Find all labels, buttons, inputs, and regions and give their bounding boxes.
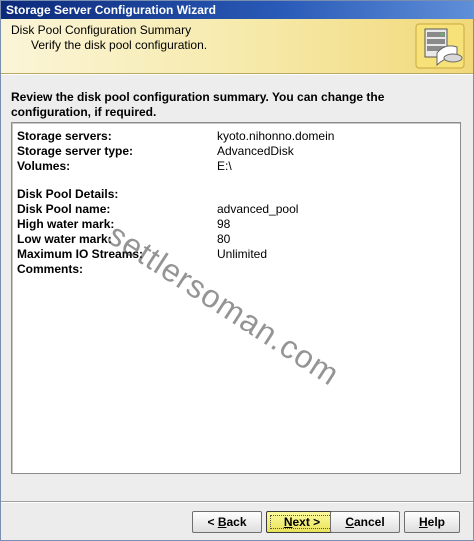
summary-row-disk-pool-name: Disk Pool name: advanced_pool xyxy=(17,202,457,217)
summary-value: kyoto.nihonno.domein xyxy=(217,129,335,143)
summary-label: Maximum IO Streams: xyxy=(17,247,144,261)
step-subtitle: Verify the disk pool configuration. xyxy=(31,38,208,52)
summary-row-comments: Comments: xyxy=(17,262,457,277)
back-rest: ack xyxy=(226,515,247,529)
summary-label: Disk Pool name: xyxy=(17,202,111,216)
next-button[interactable]: Next > xyxy=(266,511,338,533)
step-title: Disk Pool Configuration Summary xyxy=(11,23,192,37)
summary-row-volumes: Volumes: E:\ xyxy=(17,159,457,174)
summary-section-heading: Disk Pool Details: xyxy=(17,187,119,201)
summary-value: AdvancedDisk xyxy=(217,144,294,158)
title-bar[interactable]: Storage Server Configuration Wizard xyxy=(1,1,473,19)
summary-label: Storage servers: xyxy=(17,129,112,143)
wizard-header: Disk Pool Configuration Summary Verify t… xyxy=(1,19,473,74)
summary-row-details-heading: Disk Pool Details: xyxy=(17,187,457,202)
instructions-text: Review the disk pool configuration summa… xyxy=(11,90,385,119)
summary-label: Storage server type: xyxy=(17,144,134,158)
wizard-body: Review the disk pool configuration summa… xyxy=(1,74,473,503)
help-button[interactable]: Help xyxy=(404,511,460,533)
summary-row-low-water-mark: Low water mark: 80 xyxy=(17,232,457,247)
summary-panel[interactable]: Storage servers: kyoto.nihonno.domein St… xyxy=(11,122,461,474)
summary-label: Comments: xyxy=(17,262,84,276)
help-mnemonic: H xyxy=(418,515,428,529)
summary-row-high-water-mark: High water mark: 98 xyxy=(17,217,457,232)
summary-value: E:\ xyxy=(217,159,232,173)
wizard-window: Storage Server Configuration Wizard Disk… xyxy=(0,0,474,541)
cancel-button[interactable]: Cancel xyxy=(330,511,400,533)
help-rest: elp xyxy=(427,515,445,529)
back-button[interactable]: < Back xyxy=(192,511,262,533)
server-disk-wizard-icon xyxy=(415,23,465,69)
cancel-mnemonic: C xyxy=(345,515,354,529)
summary-label: Volumes: xyxy=(17,159,71,173)
summary-row-storage-servers: Storage servers: kyoto.nihonno.domein xyxy=(17,129,457,144)
summary-label: Low water mark: xyxy=(17,232,112,246)
window-title: Storage Server Configuration Wizard xyxy=(6,3,216,17)
cancel-rest: ancel xyxy=(353,515,385,529)
focus-ring xyxy=(270,515,334,529)
summary-label: High water mark: xyxy=(17,217,115,231)
summary-value: 80 xyxy=(217,232,231,246)
summary-row-max-io-streams: Maximum IO Streams: Unlimited xyxy=(17,247,457,262)
summary-value: advanced_pool xyxy=(217,202,299,216)
summary-value: 98 xyxy=(217,217,231,231)
summary-row-storage-server-type: Storage server type: AdvancedDisk xyxy=(17,144,457,159)
summary-value: Unlimited xyxy=(217,247,268,261)
back-prefix: < xyxy=(207,515,218,529)
wizard-footer: < Back Next > Cancel Help xyxy=(1,503,473,540)
